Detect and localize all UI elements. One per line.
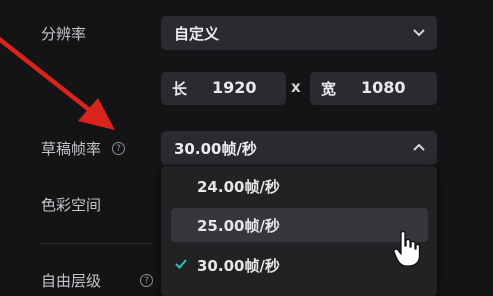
option-label: 25.00帧/秒 — [197, 217, 280, 235]
width-value: 1920 — [212, 78, 257, 97]
section-divider — [40, 243, 152, 244]
framerate-dropdown[interactable]: 30.00帧/秒 — [161, 131, 437, 165]
framerate-option[interactable]: 25.00帧/秒 — [171, 208, 428, 242]
framerate-value: 30.00帧/秒 — [174, 140, 257, 158]
red-arrow-icon — [0, 36, 115, 130]
option-label: 30.00帧/秒 — [197, 257, 280, 275]
hand-pointer-icon — [393, 230, 421, 267]
framerate-option[interactable]: 30.00帧/秒 — [171, 248, 428, 282]
framerate-option[interactable]: 24.00帧/秒 — [171, 169, 428, 203]
height-value: 1080 — [361, 78, 406, 97]
height-input[interactable]: 宽 1080 — [310, 72, 437, 105]
check-icon — [175, 259, 187, 269]
framerate-help-icon[interactable]: ? — [112, 142, 125, 155]
resolution-value: 自定义 — [174, 25, 220, 43]
times-sign: x — [291, 78, 301, 96]
resolution-dropdown[interactable]: 自定义 — [161, 16, 437, 50]
free-layer-help-icon[interactable]: ? — [140, 274, 153, 287]
color-space-label: 色彩空间 — [41, 196, 102, 214]
free-layer-label: 自由层级 — [41, 272, 102, 290]
height-prefix: 宽 — [321, 80, 337, 98]
option-label: 24.00帧/秒 — [197, 178, 280, 196]
resolution-label: 分辨率 — [41, 25, 87, 43]
width-prefix: 长 — [172, 80, 188, 98]
chevron-down-icon — [413, 29, 425, 37]
framerate-label: 草稿帧率 — [41, 140, 102, 158]
chevron-up-icon — [413, 143, 425, 151]
width-input[interactable]: 长 1920 — [161, 72, 286, 105]
